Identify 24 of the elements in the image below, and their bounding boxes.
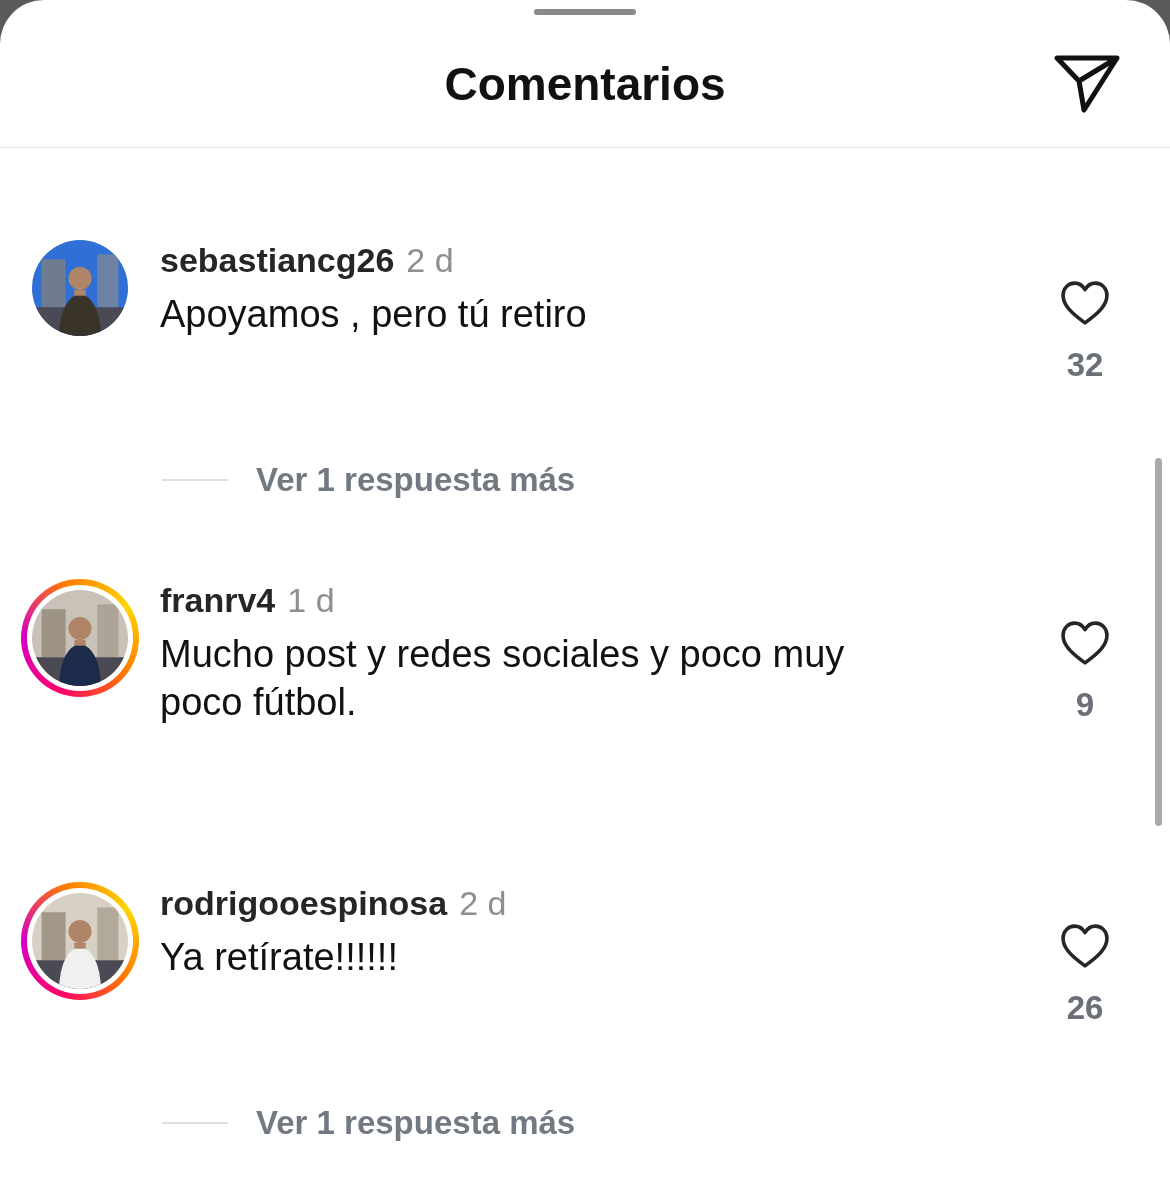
like-button[interactable] [1059,923,1111,969]
paper-plane-icon [1054,54,1120,114]
comment-text: Ya retírate!!!!!! [160,935,399,980]
like-button[interactable] [1059,620,1111,666]
comment-text: Apoyamos , pero tú retiro [160,292,588,337]
like-count: 32 [1066,346,1104,384]
comment-time: 2 d [459,883,507,923]
comment-time: 1 d [287,580,335,620]
heart-icon [1059,620,1111,666]
sheet-title: Comentarios [444,56,726,111]
like-button[interactable] [1059,280,1111,326]
like-count: 26 [1066,989,1104,1027]
heart-icon [1059,280,1111,326]
view-replies-link[interactable]: Ver 1 respuesta más [256,1104,576,1142]
username[interactable]: sebastiancg26 [160,240,395,280]
drag-handle[interactable] [534,9,636,15]
username[interactable]: franrv4 [160,580,276,620]
comment-text: Mucho post y redes sociales y poco muy poco fútbol. [160,632,846,725]
heart-icon [1059,923,1111,969]
like-count: 9 [1075,686,1095,724]
username[interactable]: rodrigooespinosa [160,883,448,923]
view-replies-link[interactable]: Ver 1 respuesta más [256,461,576,499]
scrollbar[interactable] [1155,458,1162,826]
comment-time: 2 d [406,240,454,280]
